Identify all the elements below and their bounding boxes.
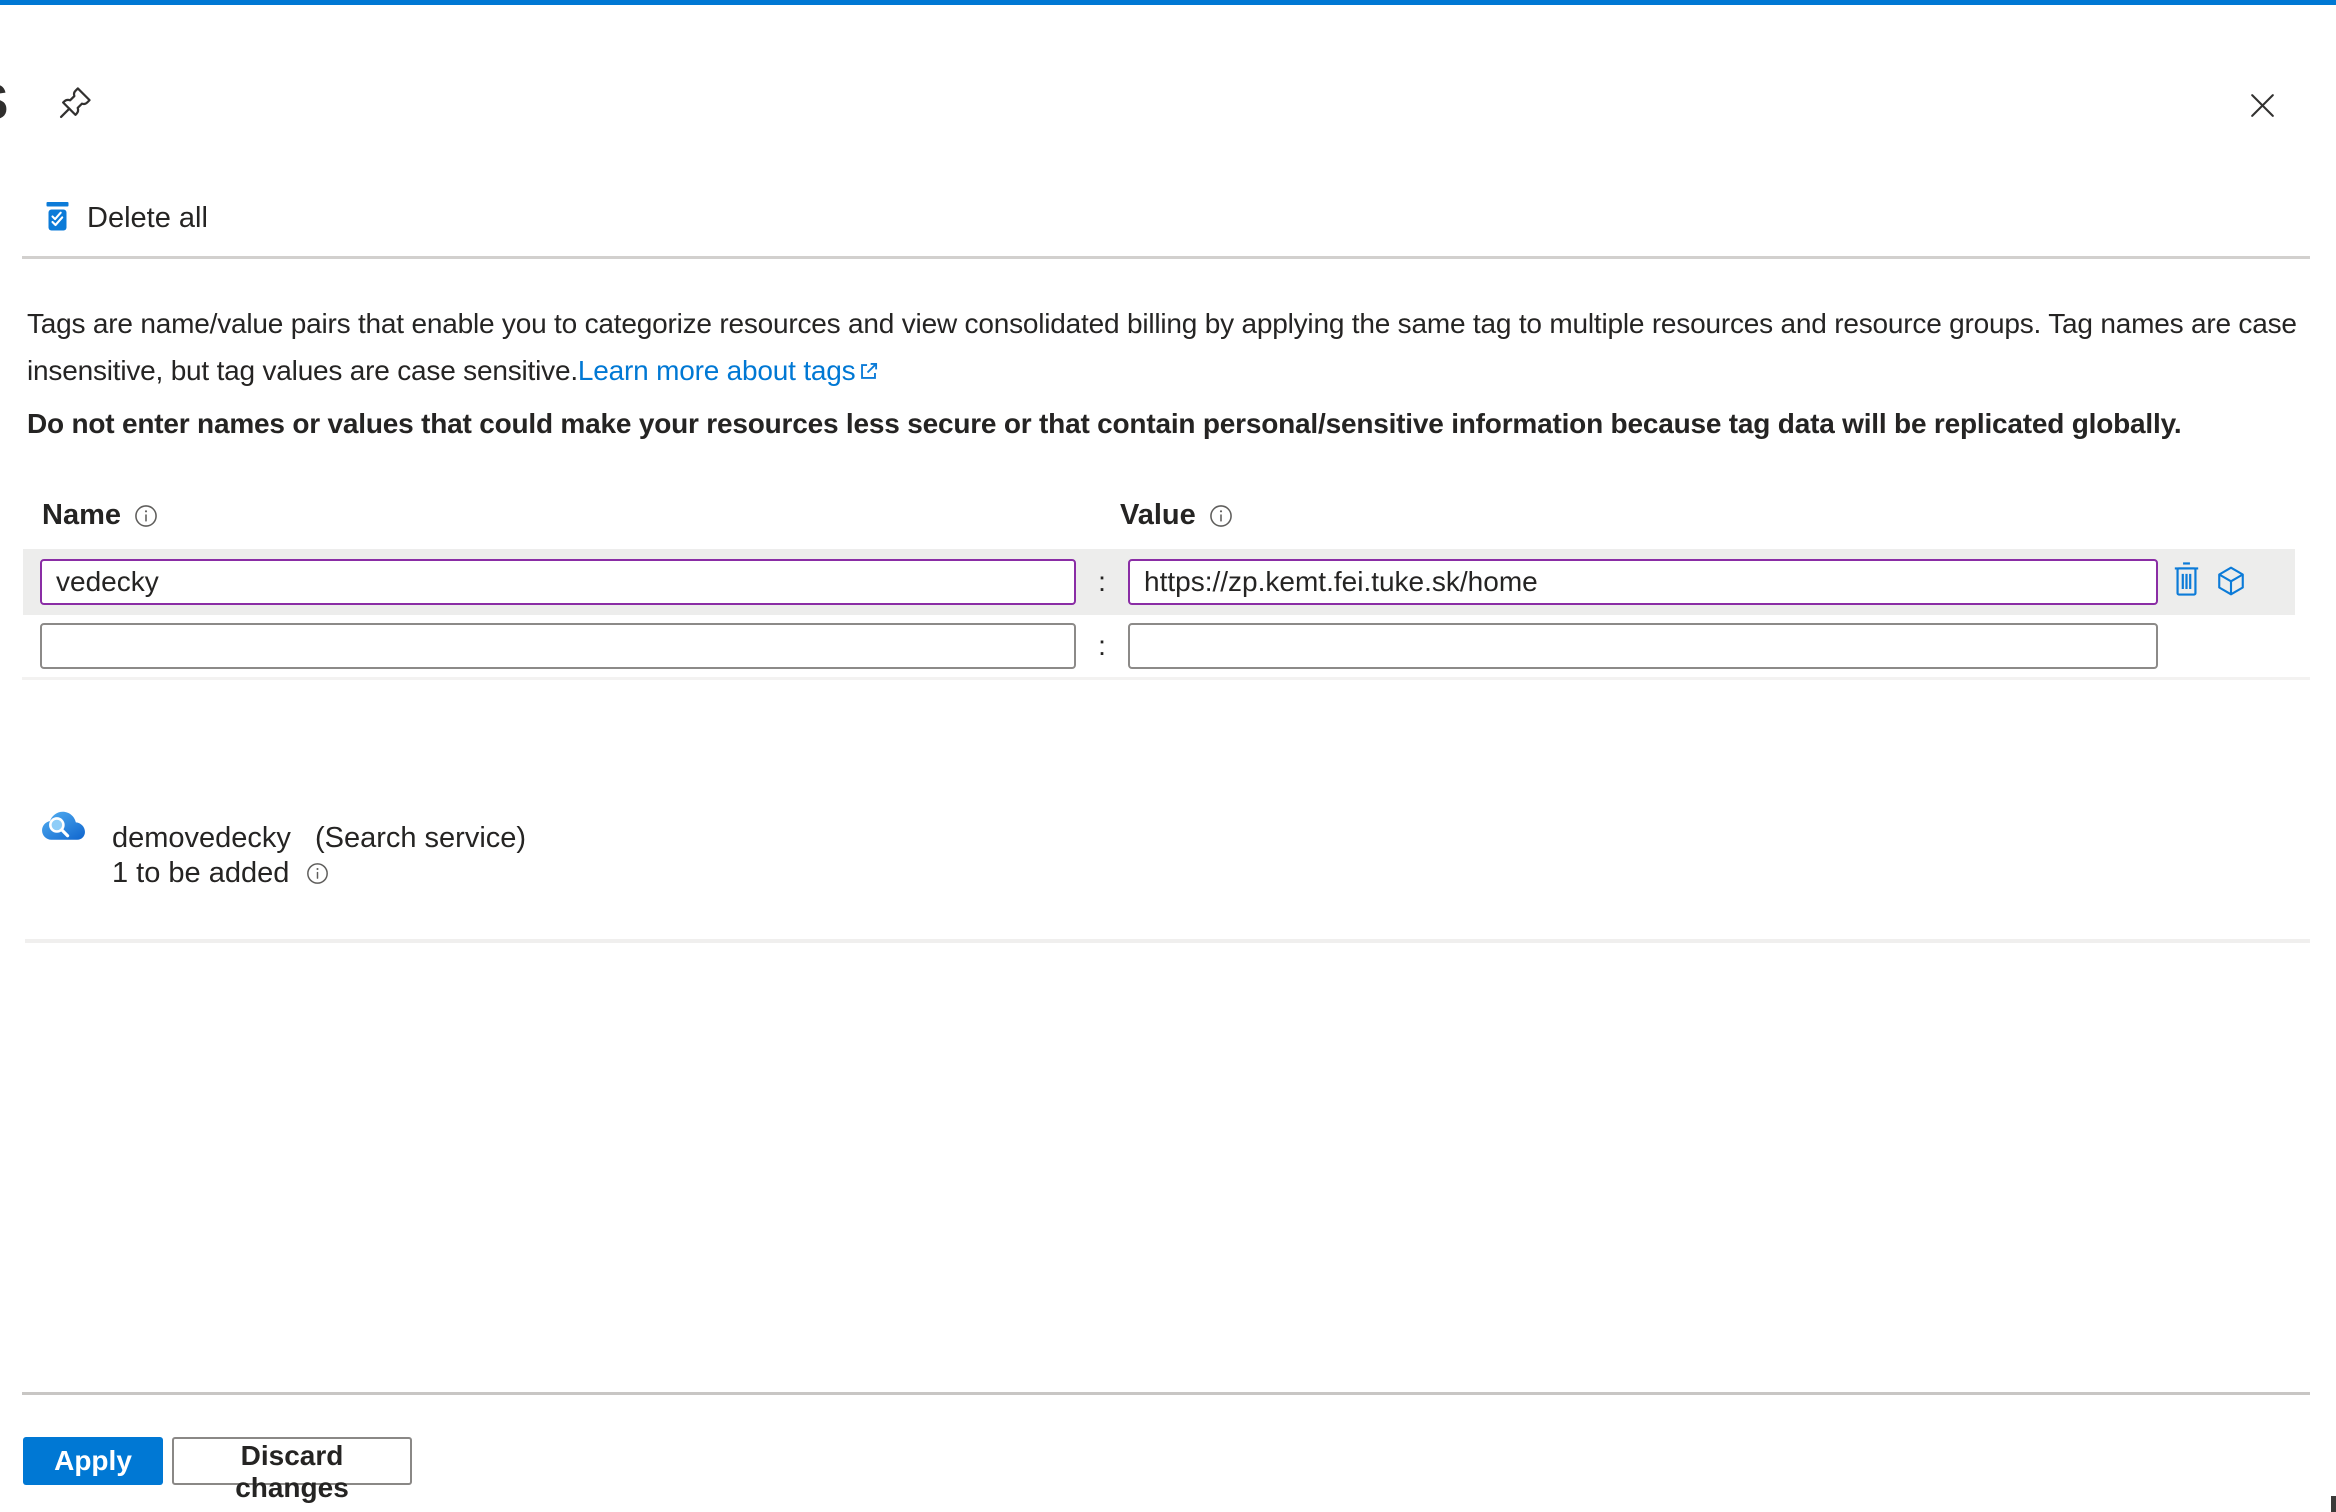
name-column-header: Name xyxy=(42,499,158,532)
tag-value-input-1[interactable] xyxy=(1128,559,2158,605)
learn-more-link[interactable]: Learn more about tags xyxy=(578,355,856,386)
tag-name-input-2[interactable] xyxy=(40,623,1076,669)
pin-icon[interactable] xyxy=(56,84,94,127)
resource-name: demovedecky xyxy=(112,822,291,854)
resource-type: (Search service) xyxy=(314,822,527,854)
delete-all-button[interactable]: Delete all xyxy=(44,200,208,236)
section-divider xyxy=(25,939,2310,943)
intro-text: Tags are name/value pairs that enable yo… xyxy=(27,300,2323,397)
resource-status: 1 to be added xyxy=(112,857,290,889)
page-title: S xyxy=(0,78,13,128)
separator: : xyxy=(1098,566,1106,597)
toolbar-divider xyxy=(22,256,2310,259)
resource-row: demovedecky (Search service) xyxy=(112,822,526,855)
warning-text: Do not enter names or values that could … xyxy=(27,408,2182,439)
value-header-label: Value xyxy=(1120,499,1196,531)
discard-changes-button[interactable]: Discard changes xyxy=(172,1437,412,1503)
external-link-icon xyxy=(857,350,880,397)
separator: : xyxy=(1098,630,1106,661)
tag-value-input-2[interactable] xyxy=(1128,623,2158,669)
apply-button[interactable]: Apply xyxy=(23,1437,163,1485)
delete-all-icon xyxy=(44,200,71,236)
top-accent-bar xyxy=(0,0,2336,5)
name-info-icon[interactable] xyxy=(134,504,158,528)
intro-description: Tags are name/value pairs that enable yo… xyxy=(27,308,2297,386)
value-info-icon[interactable] xyxy=(1209,504,1233,528)
delete-all-label: Delete all xyxy=(87,201,208,234)
resource-status-row: 1 to be added xyxy=(112,857,329,890)
status-info-icon[interactable] xyxy=(306,862,329,885)
tag-name-input-1[interactable] xyxy=(40,559,1076,605)
resource-cube-icon[interactable] xyxy=(2214,564,2248,601)
name-header-label: Name xyxy=(42,499,121,531)
footer-divider xyxy=(22,1392,2310,1395)
search-service-icon xyxy=(40,806,87,851)
delete-row-icon[interactable] xyxy=(2170,560,2203,601)
close-icon[interactable] xyxy=(2247,90,2278,126)
page-title-partial: S xyxy=(0,78,13,127)
rows-divider xyxy=(22,677,2310,680)
value-column-header: Value xyxy=(1120,499,1233,532)
scrollbar-fragment[interactable] xyxy=(2331,1496,2336,1512)
